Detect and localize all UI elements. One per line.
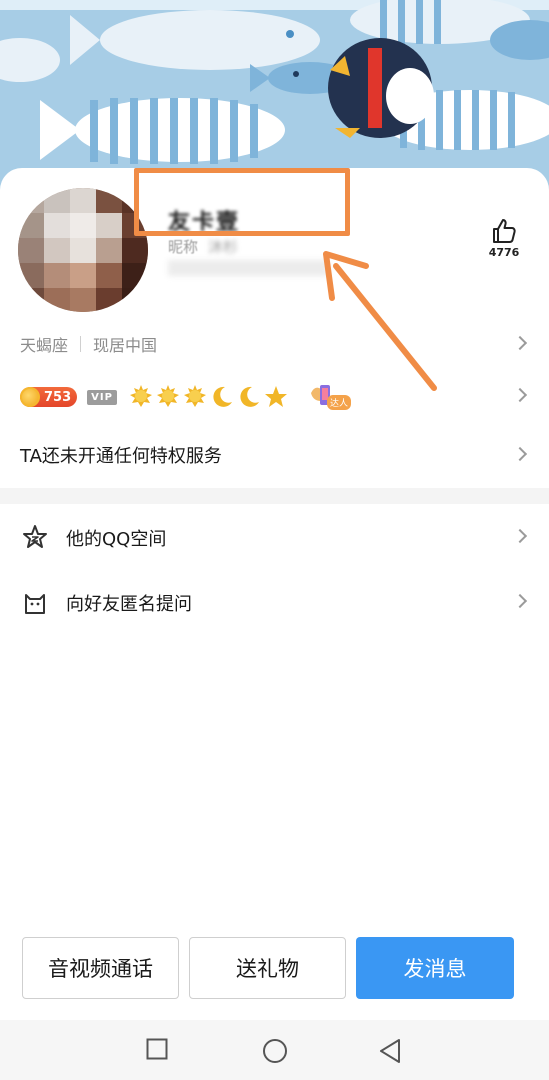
cat-icon [25,594,45,614]
level-value: 753 [44,389,72,405]
chevron-right-icon [512,593,528,609]
level-badge: 753 [20,387,78,407]
vip-badge: VIP [87,389,117,405]
privilege-row[interactable]: TA还未开通任何特权服务 [0,440,549,470]
system-navbar [0,1020,549,1080]
chevron-right-icon [512,335,528,351]
menu-item-label: 向好友匿名提问 [66,594,192,615]
daren-label: 达人 [326,395,351,410]
action-bar: 音视频通话 送礼物 发消息 [22,937,516,999]
privilege-text: TA还未开通任何特权服务 [20,446,222,467]
thumbs-up-icon [493,219,516,243]
basic-info-row[interactable]: 天蝎座 现居中国 [0,330,549,358]
nickname-value: 沐杉 [208,238,239,256]
moon-icon [213,386,232,407]
constellation: 天蝎座 [20,336,69,355]
qzone-star-icon [23,525,47,548]
chevron-right-icon [512,528,528,544]
circle-icon[interactable] [262,1038,288,1064]
square-icon[interactable] [146,1038,168,1060]
sun-icon [129,385,152,407]
sun-icon [183,385,206,407]
separator [80,336,82,352]
badges-row[interactable]: 753 VIP 达人 [0,380,549,412]
chevron-right-icon [512,446,528,462]
qq-level-icons [129,385,291,409]
avatar[interactable] [18,188,148,312]
send-message-button[interactable]: 发消息 [356,937,514,999]
send-gift-button[interactable]: 送礼物 [189,937,346,999]
nickname-row: 昵称 沐杉 [168,236,238,257]
sun-icon [156,385,179,407]
menu-item-anonymous-question[interactable]: 向好友匿名提问 [0,585,549,619]
annotation-arrow [323,251,437,391]
av-call-button[interactable]: 音视频通话 [22,937,179,999]
moon-icon [240,386,259,407]
triangle-back-icon[interactable] [378,1038,402,1064]
like-count: 4776 [488,246,520,259]
coin-icon [20,387,40,407]
nickname-label: 昵称 [168,238,199,256]
star-icon [264,386,287,407]
menu-item-qzone[interactable]: 他的QQ空间 [0,520,549,554]
annotation-highlight-box [134,168,350,236]
location: 现居中国 [93,336,158,355]
like-button[interactable]: 4776 [484,218,524,259]
menu-item-label: 他的QQ空间 [66,529,167,550]
section-divider [0,488,549,504]
daren-badge: 达人 [309,383,359,411]
chevron-right-icon [512,387,528,403]
